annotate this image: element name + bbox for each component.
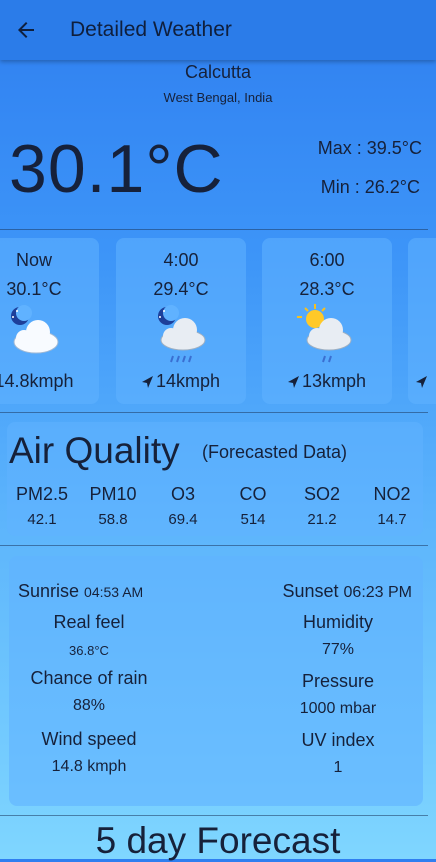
divider [0, 815, 428, 816]
aq-item-no2: NO2 14.7 [356, 484, 428, 528]
hour-card[interactable]: 6:00 28.3°C 13kmph [262, 238, 392, 404]
sunset-label: Sunset [282, 581, 339, 601]
sunrise: Sunrise 04:53 AM [18, 581, 143, 602]
wind-direction-icon [287, 376, 299, 388]
uv-value: 1 [333, 759, 343, 776]
hour-time: 4:00 [163, 250, 199, 270]
aq-value: 21.2 [307, 511, 337, 528]
city-name: Calcutta [184, 62, 252, 82]
pressure-label: Pressure [301, 671, 375, 691]
sunset-time: 06:23 PM [343, 584, 412, 601]
hour-wind: 13kmph [262, 371, 392, 392]
hour-temperature: 30.1°C [6, 279, 62, 299]
rain-value: 88% [72, 697, 106, 714]
weather-details-card: Sunrise 04:53 AM Sunset 06:23 PM Real fe… [9, 556, 423, 806]
aq-name: SO2 [303, 484, 341, 504]
wind-value: 14.8 kmph [51, 758, 127, 775]
aq-value: 69.4 [168, 511, 198, 528]
real-feel: Real feel 36.8°C [5, 612, 173, 658]
aq-item-o3: O3 69.4 [147, 484, 219, 528]
aq-value: 42.1 [27, 511, 57, 528]
hour-wind: 14kmph [116, 371, 246, 392]
app-bar: Detailed Weather [0, 0, 436, 60]
wind-direction-icon [416, 376, 427, 388]
sunrise-label: Sunrise [18, 581, 80, 601]
wind-label: Wind speed [41, 729, 137, 749]
divider [0, 412, 428, 413]
aq-value: 514 [240, 511, 266, 528]
aq-item-so2: SO2 21.2 [286, 484, 358, 528]
max-temperature: Max : 39.5°C [317, 138, 422, 158]
real-feel-label: Real feel [53, 612, 125, 632]
sunset: Sunset 06:23 PM [282, 581, 412, 602]
uv-label: UV index [301, 730, 375, 750]
hour-card[interactable]: 4:00 29.4°C 14kmph [116, 238, 246, 404]
humidity-label: Humidity [302, 612, 373, 632]
hour-wind: 14.8kmph [0, 371, 74, 391]
arrow-left-icon[interactable] [14, 18, 38, 42]
chance-of-rain: Chance of rain 88% [5, 668, 173, 715]
aq-item-pm25: PM2.5 42.1 [6, 484, 78, 528]
wind-speed: Wind speed 14.8 kmph [5, 729, 173, 776]
aq-value: 14.7 [377, 511, 407, 528]
aq-name: O3 [170, 484, 195, 504]
real-feel-value: 36.8°C [69, 643, 109, 658]
region-name: West Bengal, India [163, 90, 273, 105]
divider [0, 545, 428, 546]
aq-item-pm10: PM10 58.8 [77, 484, 149, 528]
hour-card[interactable] [408, 238, 436, 404]
current-temperature: 30.1°C [9, 131, 224, 207]
hour-temperature: 28.3°C [299, 279, 355, 299]
min-temperature: Min : 26.2°C [320, 177, 420, 197]
sunrise-time: 04:53 AM [84, 584, 144, 600]
moon-cloud-rain-icon [158, 305, 206, 363]
aq-name: CO [239, 484, 267, 504]
hour-time: Now [15, 250, 52, 270]
page-title: Detailed Weather [70, 18, 232, 41]
aq-name: PM2.5 [15, 484, 69, 504]
aq-item-co: CO 514 [217, 484, 289, 528]
hour-card[interactable]: Now 30.1°C 14.8kmph [0, 238, 99, 404]
hourly-forecast-list[interactable]: Now 30.1°C 14.8kmph 4:00 29.4°C 14kmph 6… [0, 238, 436, 404]
aq-value: 58.8 [98, 511, 128, 528]
moon-cloud-icon [11, 305, 59, 354]
air-quality-card: Air Quality (Forecasted Data) PM2.5 42.1… [7, 422, 423, 536]
hour-time: 6:00 [309, 250, 345, 270]
air-quality-title: Air Quality [9, 430, 180, 471]
wind-direction-icon [141, 376, 153, 388]
pressure: Pressure 1000 mbar [254, 671, 422, 718]
humidity: Humidity 77% [254, 612, 422, 659]
humidity-value: 77% [321, 641, 355, 658]
five-day-forecast-title: 5 day Forecast [95, 820, 341, 861]
hour-wind [416, 371, 430, 392]
sun-cloud-rain-icon [297, 304, 352, 363]
aq-name: PM10 [89, 484, 137, 504]
divider [0, 229, 428, 230]
pressure-value: 1000 mbar [299, 700, 377, 717]
aq-name: NO2 [373, 484, 411, 504]
hour-temperature: 29.4°C [153, 279, 209, 299]
uv-index: UV index 1 [254, 730, 422, 777]
air-quality-subtitle: (Forecasted Data) [202, 442, 348, 462]
rain-label: Chance of rain [30, 668, 148, 688]
